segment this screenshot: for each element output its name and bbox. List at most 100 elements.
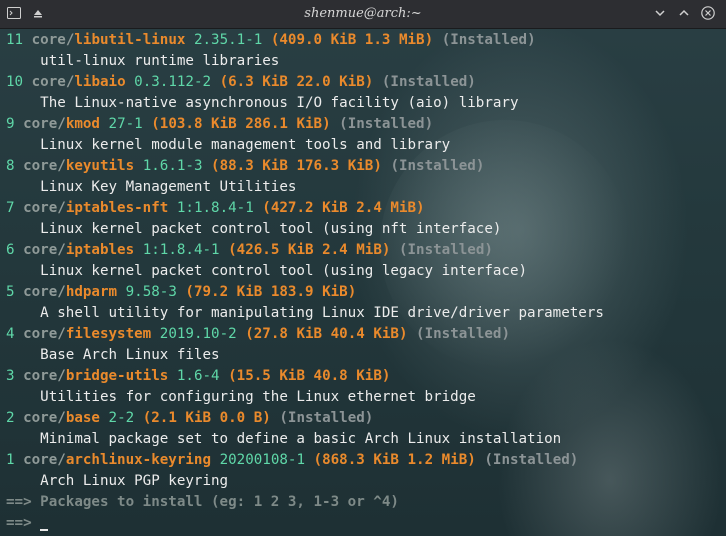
package-description-line: Minimal package set to define a basic Ar… bbox=[6, 429, 722, 450]
package-description: Arch Linux PGP keyring bbox=[40, 473, 229, 489]
package-repo: core bbox=[23, 410, 58, 426]
package-header-line: 10 core/libaio 0.3.112-2 (6.3 KiB 22.0 K… bbox=[6, 72, 722, 93]
title-bar[interactable]: shenmue@arch:~ bbox=[0, 0, 726, 29]
package-repo: core bbox=[31, 74, 66, 90]
package-description-line: Arch Linux PGP keyring bbox=[6, 471, 722, 492]
installed-badge: (Installed) bbox=[484, 452, 579, 468]
package-repo: core bbox=[23, 326, 58, 342]
package-name: libaio bbox=[74, 74, 126, 90]
repo-separator: / bbox=[57, 326, 66, 342]
package-number: 5 bbox=[6, 284, 15, 300]
package-version: 2-2 bbox=[108, 410, 135, 426]
prompt-line: ==> Packages to install (eg: 1 2 3, 1-3 … bbox=[6, 492, 722, 513]
package-number: 7 bbox=[6, 200, 15, 216]
package-description: Linux kernel module management tools and… bbox=[40, 137, 451, 153]
repo-separator: / bbox=[57, 284, 66, 300]
package-repo: core bbox=[23, 242, 58, 258]
package-name: archlinux-keyring bbox=[65, 452, 212, 468]
package-name: filesystem bbox=[65, 326, 152, 342]
package-repo: core bbox=[23, 284, 58, 300]
window-title: shenmue@arch:~ bbox=[304, 6, 422, 21]
input-arrow: ==> bbox=[6, 515, 32, 531]
package-size: (15.5 KiB 40.8 KiB) bbox=[228, 368, 391, 384]
package-description: Linux Key Management Utilities bbox=[40, 179, 297, 195]
package-repo: core bbox=[23, 116, 58, 132]
package-description: A shell utility for manipulating Linux I… bbox=[40, 305, 604, 321]
package-header-line: 8 core/keyutils 1.6.1-3 (88.3 KiB 176.3 … bbox=[6, 156, 722, 177]
package-number: 8 bbox=[6, 158, 15, 174]
close-icon[interactable] bbox=[700, 5, 716, 21]
package-size: (427.2 KiB 2.4 MiB) bbox=[262, 200, 425, 216]
package-name: bridge-utils bbox=[65, 368, 169, 384]
installed-badge: (Installed) bbox=[381, 74, 476, 90]
package-description: Utilities for configuring the Linux ethe… bbox=[40, 389, 476, 405]
package-version: 2019.10-2 bbox=[159, 326, 237, 342]
package-header-line: 2 core/base 2-2 (2.1 KiB 0.0 B) (Install… bbox=[6, 408, 722, 429]
package-number: 3 bbox=[6, 368, 15, 384]
package-size: (409.0 KiB 1.3 MiB) bbox=[270, 32, 434, 48]
package-description-line: A shell utility for manipulating Linux I… bbox=[6, 303, 722, 324]
package-description-line: Linux kernel module management tools and… bbox=[6, 135, 722, 156]
installed-badge: (Installed) bbox=[441, 32, 536, 48]
package-description: Linux kernel packet control tool (using … bbox=[40, 221, 502, 237]
package-description: util-linux runtime libraries bbox=[40, 53, 280, 69]
repo-separator: / bbox=[57, 410, 66, 426]
package-version: 1.6-4 bbox=[176, 368, 220, 384]
package-description: The Linux-native asynchronous I/O facili… bbox=[40, 95, 519, 111]
package-name: hdparm bbox=[65, 284, 118, 300]
package-name: keyutils bbox=[65, 158, 135, 174]
package-repo: core bbox=[23, 158, 58, 174]
package-number: 9 bbox=[6, 116, 15, 132]
package-version: 0.3.112-2 bbox=[134, 74, 212, 90]
maximize-icon[interactable] bbox=[676, 5, 692, 21]
package-name: libutil-linux bbox=[74, 32, 186, 48]
package-description-line: Utilities for configuring the Linux ethe… bbox=[6, 387, 722, 408]
package-repo: core bbox=[23, 452, 58, 468]
package-number: 4 bbox=[6, 326, 15, 342]
repo-separator: / bbox=[57, 158, 66, 174]
package-header-line: 3 core/bridge-utils 1.6-4 (15.5 KiB 40.8… bbox=[6, 366, 722, 387]
package-number: 2 bbox=[6, 410, 15, 426]
package-description-line: Linux Key Management Utilities bbox=[6, 177, 722, 198]
repo-separator: / bbox=[57, 200, 66, 216]
input-line[interactable]: ==> bbox=[6, 513, 722, 534]
prompt-question: Packages to install (eg: 1 2 3, 1-3 or ^… bbox=[40, 494, 399, 510]
package-description-line: Linux kernel packet control tool (using … bbox=[6, 261, 722, 282]
package-header-line: 1 core/archlinux-keyring 20200108-1 (868… bbox=[6, 450, 722, 471]
package-description-line: Base Arch Linux files bbox=[6, 345, 722, 366]
package-description: Base Arch Linux files bbox=[40, 347, 220, 363]
package-size: (6.3 KiB 22.0 KiB) bbox=[219, 74, 374, 90]
package-version: 20200108-1 bbox=[219, 452, 305, 468]
package-repo: core bbox=[23, 200, 58, 216]
minimize-icon[interactable] bbox=[652, 5, 668, 21]
installed-badge: (Installed) bbox=[390, 158, 485, 174]
repo-separator: / bbox=[57, 242, 66, 258]
installed-badge: (Installed) bbox=[416, 326, 511, 342]
package-name: iptables-nft bbox=[65, 200, 169, 216]
repo-separator: / bbox=[57, 368, 66, 384]
package-header-line: 9 core/kmod 27-1 (103.8 KiB 286.1 KiB) (… bbox=[6, 114, 722, 135]
package-header-line: 5 core/hdparm 9.58-3 (79.2 KiB 183.9 KiB… bbox=[6, 282, 722, 303]
terminal-output[interactable]: 11 core/libutil-linux 2.35.1-1 (409.0 Ki… bbox=[6, 30, 722, 536]
prompt-arrow: ==> bbox=[6, 494, 32, 510]
package-number: 10 bbox=[6, 74, 24, 90]
repo-separator: / bbox=[57, 452, 66, 468]
package-description: Minimal package set to define a basic Ar… bbox=[40, 431, 562, 447]
package-name: base bbox=[65, 410, 100, 426]
package-header-line: 4 core/filesystem 2019.10-2 (27.8 KiB 40… bbox=[6, 324, 722, 345]
package-version: 2.35.1-1 bbox=[193, 32, 263, 48]
repo-separator: / bbox=[57, 116, 66, 132]
package-header-line: 11 core/libutil-linux 2.35.1-1 (409.0 Ki… bbox=[6, 30, 722, 51]
package-repo: core bbox=[23, 368, 58, 384]
package-size: (103.8 KiB 286.1 KiB) bbox=[151, 116, 331, 132]
text-cursor bbox=[40, 529, 49, 531]
package-number: 6 bbox=[6, 242, 15, 258]
package-size: (79.2 KiB 183.9 KiB) bbox=[185, 284, 357, 300]
package-version: 27-1 bbox=[108, 116, 143, 132]
package-repo: core bbox=[31, 32, 66, 48]
package-header-line: 6 core/iptables 1:1.8.4-1 (426.5 KiB 2.4… bbox=[6, 240, 722, 261]
package-version: 1:1.8.4-1 bbox=[142, 242, 220, 258]
package-number: 1 bbox=[6, 452, 15, 468]
installed-badge: (Installed) bbox=[339, 116, 434, 132]
package-number: 11 bbox=[6, 32, 24, 48]
